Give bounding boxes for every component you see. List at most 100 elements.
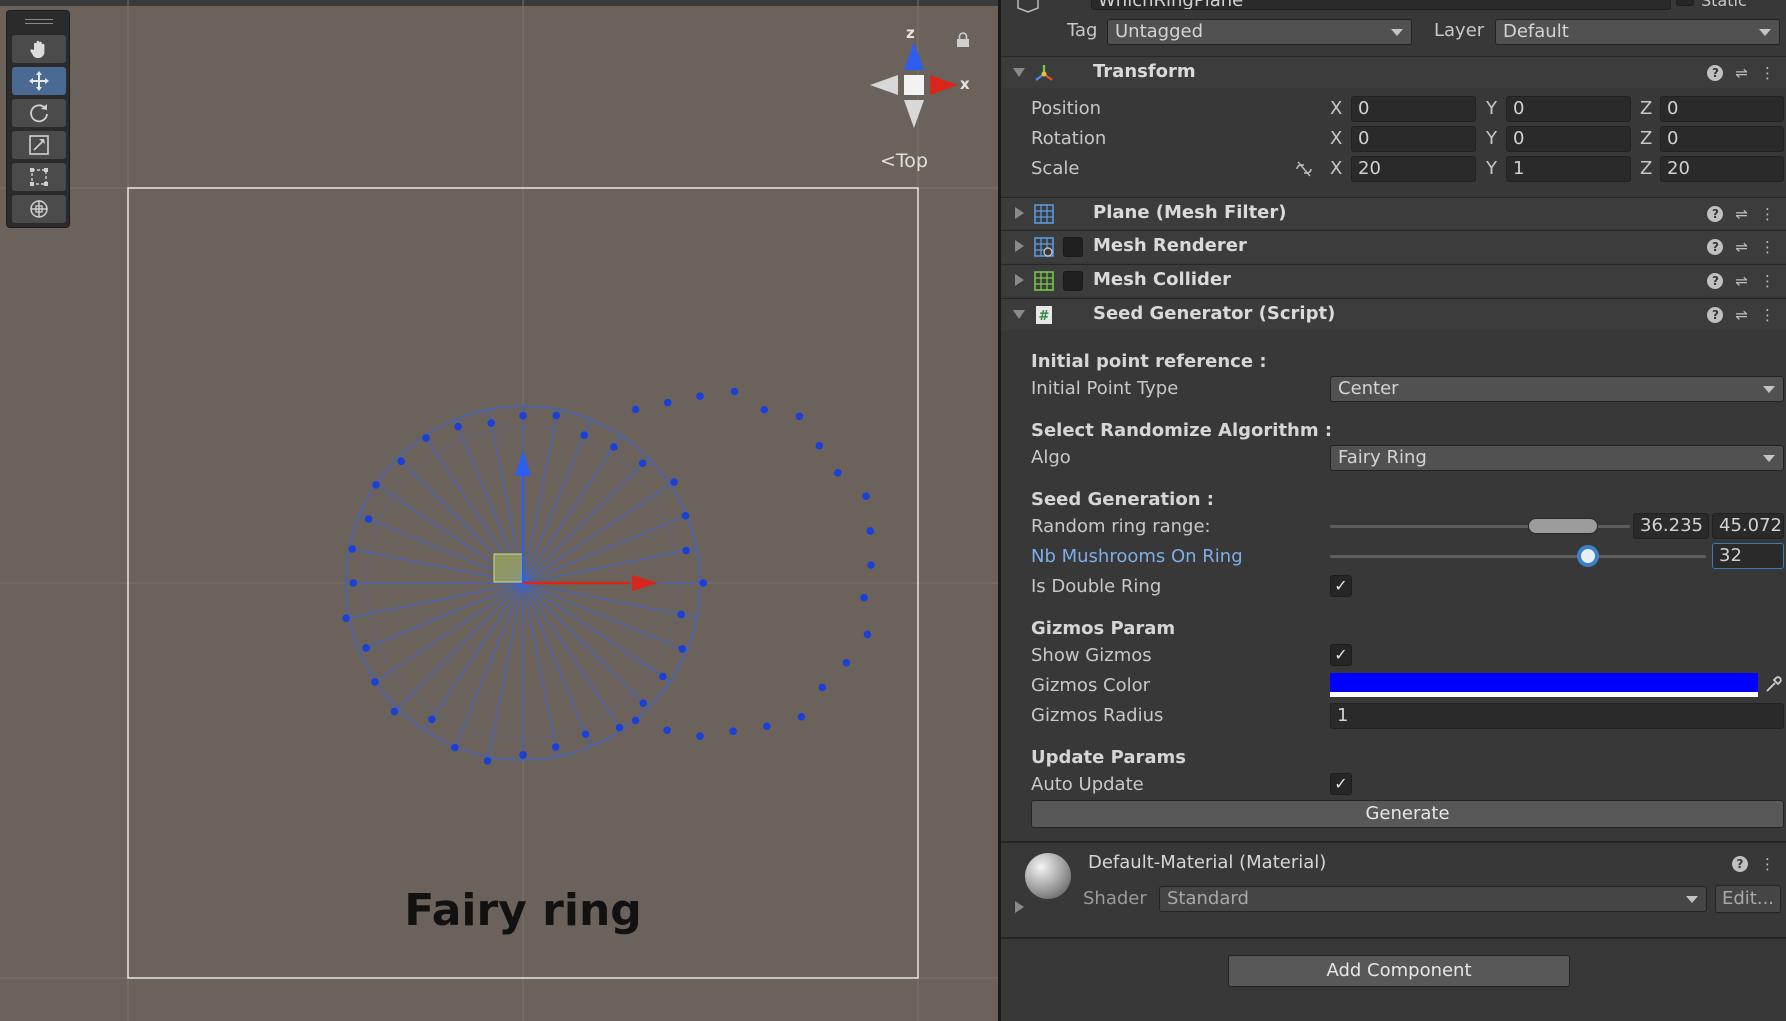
mesh-collider-enabled-checkbox[interactable] — [1063, 271, 1083, 291]
foldout-closed-icon[interactable] — [1015, 240, 1024, 252]
preset-icon[interactable]: ⇌ — [1735, 272, 1748, 290]
algo-dropdown[interactable]: Fairy Ring — [1330, 445, 1784, 471]
help-icon[interactable]: ? — [1707, 307, 1724, 323]
preset-icon[interactable]: ⇌ — [1735, 238, 1748, 256]
auto-update-label: Auto Update — [1031, 774, 1144, 795]
foldout-closed-icon[interactable] — [1015, 274, 1024, 286]
position-x-label: X — [1330, 98, 1343, 119]
kebab-menu-icon[interactable]: ⋮ — [1760, 272, 1775, 290]
rotate-icon — [30, 104, 48, 123]
ring-range-thumb[interactable] — [1528, 518, 1598, 534]
initial-point-type-dropdown[interactable]: Center — [1330, 376, 1784, 402]
gizmo-spoke — [454, 582, 524, 747]
seed-generator-header[interactable]: # Seed Generator (Script) ? ⇌ ⋮ — [1001, 298, 1786, 330]
kebab-menu-icon[interactable]: ⋮ — [1760, 238, 1775, 256]
mushroom-point — [663, 398, 672, 407]
mushroom-point — [348, 545, 357, 553]
mushroom-point — [729, 727, 737, 735]
position-y-field[interactable]: 0 — [1506, 96, 1631, 122]
auto-update-checkbox[interactable]: ✓ — [1330, 773, 1352, 795]
static-checkbox[interactable] — [1676, 0, 1694, 6]
scene-view[interactable]: z x <Top Fairy ring — [0, 0, 998, 1021]
ring-range-min-field[interactable]: 36.235 — [1633, 513, 1709, 539]
toolbar-grip[interactable] — [25, 19, 53, 27]
foldout-open-icon[interactable] — [1013, 68, 1025, 77]
shader-dropdown[interactable]: Standard — [1159, 886, 1707, 912]
nb-mushrooms-thumb[interactable] — [1577, 545, 1599, 567]
double-ring-checkbox[interactable]: ✓ — [1330, 575, 1352, 597]
chevron-down-icon — [1763, 455, 1775, 462]
help-icon[interactable]: ? — [1732, 856, 1748, 872]
help-icon[interactable]: ? — [1707, 206, 1724, 222]
gizmos-color-swatch[interactable] — [1330, 673, 1758, 697]
mushroom-point — [797, 712, 806, 721]
show-gizmos-label: Show Gizmos — [1031, 645, 1152, 666]
kebab-menu-icon[interactable]: ⋮ — [1760, 205, 1775, 223]
edit-shader-button[interactable]: Edit... — [1715, 885, 1781, 913]
gameobject-icon — [1017, 0, 1039, 13]
kebab-menu-icon[interactable]: ⋮ — [1760, 306, 1775, 324]
mushroom-point — [349, 579, 358, 587]
help-icon[interactable]: ? — [1707, 65, 1724, 81]
mesh-renderer-enabled-checkbox[interactable] — [1063, 237, 1083, 257]
initial-point-type-label: Initial Point Type — [1031, 378, 1179, 399]
scale-y-label: Y — [1486, 158, 1497, 179]
ring-range-max-field[interactable]: 45.072 — [1712, 513, 1784, 539]
eyedropper-icon[interactable] — [1763, 675, 1783, 695]
mushroom-point — [863, 630, 872, 639]
add-component-button[interactable]: Add Component — [1228, 955, 1570, 987]
rect-tool-button[interactable] — [12, 163, 66, 191]
foldout-open-icon[interactable] — [1013, 310, 1025, 319]
foldout-closed-icon[interactable] — [1015, 901, 1024, 913]
preset-icon[interactable]: ⇌ — [1735, 205, 1748, 223]
scale-tool-button[interactable] — [12, 131, 66, 159]
position-x-field[interactable]: 0 — [1351, 96, 1476, 122]
transform-axes-icon — [1035, 65, 1053, 81]
mesh-filter-header[interactable]: Plane (Mesh Filter) ? ⇌ ⋮ — [1001, 197, 1786, 229]
rotate-tool-button[interactable] — [12, 99, 66, 127]
transform-icon — [30, 200, 48, 218]
position-z-field[interactable]: 0 — [1660, 96, 1784, 122]
mushroom-point — [428, 715, 436, 724]
link-broken-icon[interactable] — [1294, 160, 1314, 178]
preset-icon[interactable]: ⇌ — [1735, 306, 1748, 324]
object-name-field[interactable]: WhichRingPlane — [1091, 0, 1671, 10]
hand-icon — [30, 40, 45, 58]
mesh-filter-icon — [1034, 204, 1054, 224]
tag-dropdown[interactable]: Untagged — [1107, 19, 1412, 45]
scale-z-field[interactable]: 20 — [1660, 156, 1784, 182]
scale-x-field[interactable]: 20 — [1351, 156, 1476, 182]
position-y-label: Y — [1486, 98, 1497, 119]
lock-icon[interactable] — [956, 32, 970, 48]
view-direction-label[interactable]: <Top — [880, 150, 928, 172]
layer-dropdown[interactable]: Default — [1495, 19, 1780, 45]
hand-tool-button[interactable] — [12, 35, 66, 63]
rotation-x-label: X — [1330, 128, 1343, 149]
gizmo-spoke — [522, 419, 592, 584]
scale-y-field[interactable]: 1 — [1506, 156, 1631, 182]
nb-mushrooms-track[interactable] — [1330, 555, 1706, 558]
kebab-menu-icon[interactable]: ⋮ — [1760, 855, 1775, 873]
mesh-renderer-header[interactable]: Mesh Renderer ? ⇌ ⋮ — [1001, 230, 1786, 262]
help-icon[interactable]: ? — [1707, 273, 1724, 289]
chevron-down-icon — [1759, 29, 1771, 36]
transform-header[interactable]: Transform ? ⇌ ⋮ — [1001, 56, 1786, 88]
show-gizmos-checkbox[interactable]: ✓ — [1330, 644, 1352, 666]
mesh-collider-header[interactable]: Mesh Collider ? ⇌ ⋮ — [1001, 264, 1786, 296]
mushroom-point — [730, 387, 739, 396]
rotation-x-field[interactable]: 0 — [1351, 126, 1476, 152]
foldout-closed-icon[interactable] — [1015, 207, 1024, 219]
help-icon[interactable]: ? — [1707, 239, 1724, 255]
mushroom-point — [580, 431, 588, 440]
transform-tool-button[interactable] — [12, 195, 66, 223]
gizmos-radius-field[interactable]: 1 — [1330, 703, 1784, 729]
generate-button[interactable]: Generate — [1031, 800, 1784, 828]
orient-x-cone — [930, 75, 958, 95]
kebab-menu-icon[interactable]: ⋮ — [1760, 64, 1775, 82]
preset-icon[interactable]: ⇌ — [1735, 64, 1748, 82]
move-tool-button[interactable] — [12, 67, 66, 95]
nb-mushrooms-field[interactable]: 32 — [1712, 543, 1784, 569]
rotation-y-field[interactable]: 0 — [1506, 126, 1631, 152]
initial-point-header: Initial point reference : — [1031, 351, 1267, 372]
rotation-z-field[interactable]: 0 — [1660, 126, 1784, 152]
